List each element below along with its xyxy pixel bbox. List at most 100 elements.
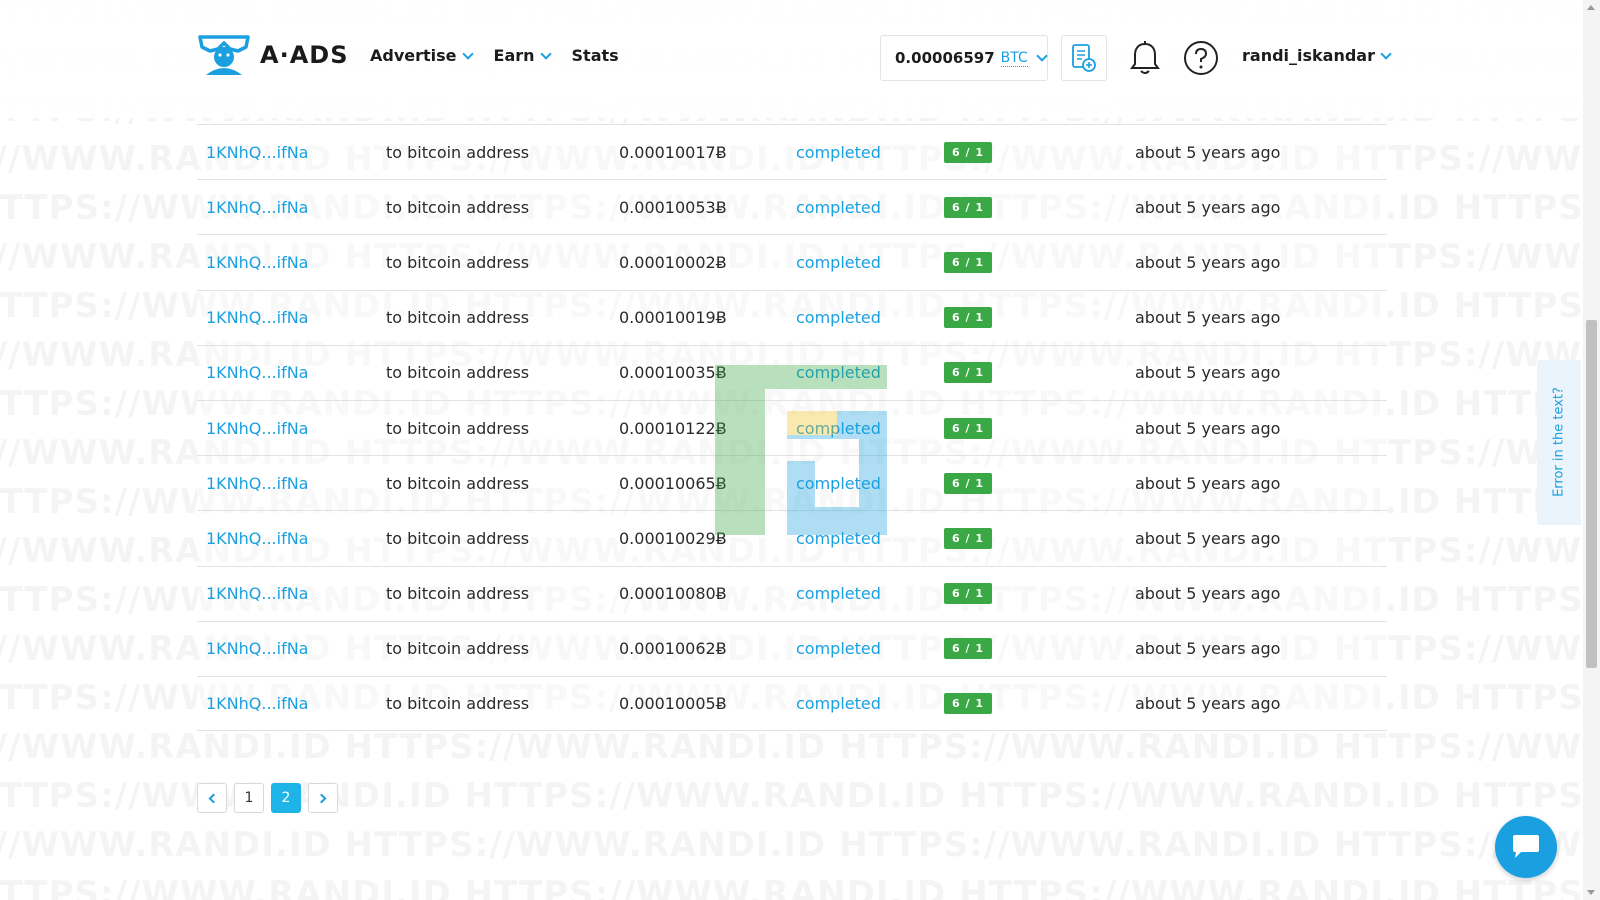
page-scrollbar[interactable] <box>1583 0 1600 900</box>
tx-address-link[interactable]: 1KNhQ...ifNa <box>206 694 308 713</box>
tx-address-link[interactable]: 1KNhQ...ifNa <box>206 198 308 217</box>
watermark-line: HTTPS://WWW.RANDI.ID HTTPS://WWW.RANDI.I… <box>0 825 1600 865</box>
tx-time: about 5 years ago <box>1135 473 1281 493</box>
chevron-down-icon <box>539 47 552 60</box>
table-row: 1KNhQ...ifNa to bitcoin address 0.00010053… <box>197 179 1387 235</box>
tx-address-link[interactable]: 1KNhQ...ifNa <box>206 474 308 493</box>
tx-amount: 0.00010080Ƀ <box>619 584 727 604</box>
tx-confirmations-badge: 6 / 1 <box>944 638 992 660</box>
tx-address-link[interactable]: 1KNhQ...ifNa <box>206 363 308 382</box>
tx-destination: to bitcoin address <box>386 197 530 217</box>
tx-destination: to bitcoin address <box>386 308 530 328</box>
tx-confirmations-badge: 6 / 1 <box>944 527 992 549</box>
balance-dropdown[interactable]: 0.00006597 BTC <box>880 35 1048 81</box>
tx-status: completed <box>796 528 881 548</box>
tx-destination: to bitcoin address <box>386 363 530 383</box>
tx-address-link[interactable]: 1KNhQ...ifNa <box>206 529 308 548</box>
error-report-tab[interactable]: Error in the text? <box>1537 360 1581 525</box>
table-row: 1KNhQ...ifNa to bitcoin address 0.00010002… <box>197 234 1387 290</box>
tx-destination: to bitcoin address <box>386 418 530 438</box>
chat-button[interactable] <box>1495 816 1557 878</box>
pagination-next-button[interactable] <box>308 783 338 813</box>
username: randi_iskandar <box>1242 46 1375 65</box>
tx-status: completed <box>796 142 881 162</box>
tx-amount: 0.00010065Ƀ <box>619 473 727 493</box>
user-menu[interactable]: randi_iskandar <box>1242 46 1392 65</box>
table-row: 1KNhQ...ifNa to bitcoin address 0.00010017… <box>197 124 1387 180</box>
pagination-page-1[interactable]: 1 <box>234 783 264 813</box>
logo[interactable]: A·ADS <box>196 33 348 77</box>
tx-address-link[interactable]: 1KNhQ...ifNa <box>206 253 308 272</box>
watermark-line: HTTPS://WWW.RANDI.ID HTTPS://WWW.RANDI.I… <box>0 727 1600 767</box>
tx-address-link[interactable]: 1KNhQ...ifNa <box>206 419 308 438</box>
logo-text: A·ADS <box>260 41 349 69</box>
watermark-line: HTTPS://WWW.RANDI.ID HTTPS://WWW.RANDI.I… <box>0 874 1600 900</box>
error-report-label: Error in the text? <box>1551 387 1567 497</box>
table-row: 1KNhQ...ifNa to bitcoin address 0.00010019… <box>197 289 1387 345</box>
pagination: 1 2 <box>197 783 338 813</box>
tx-status: completed <box>796 473 881 493</box>
tx-destination: to bitcoin address <box>386 528 530 548</box>
tx-time: about 5 years ago <box>1135 197 1281 217</box>
tx-amount: 0.00010035Ƀ <box>619 363 727 383</box>
table-row: 1KNhQ...ifNa to bitcoin address 0.00010080… <box>197 565 1387 621</box>
nav-advertise[interactable]: Advertise <box>370 46 474 65</box>
tx-amount: 0.00010122Ƀ <box>619 418 727 438</box>
tx-confirmations-badge: 6 / 1 <box>944 692 992 714</box>
chat-bubble-icon <box>1513 835 1539 858</box>
top-header: A·ADS Advertise Earn Stats 0.00006597 BT… <box>0 0 1580 118</box>
tx-address-link[interactable]: 1KNhQ...ifNa <box>206 308 308 327</box>
tx-destination: to bitcoin address <box>386 473 530 493</box>
tx-amount: 0.00010002Ƀ <box>619 252 727 272</box>
tx-confirmations-badge: 6 / 1 <box>944 141 992 163</box>
tx-time: about 5 years ago <box>1135 584 1281 604</box>
chevron-left-icon <box>208 793 219 803</box>
chevron-down-icon <box>461 47 474 60</box>
pagination-page-2[interactable]: 2 <box>271 783 301 813</box>
tx-status: completed <box>796 693 881 713</box>
tx-confirmations-badge: 6 / 1 <box>944 251 992 273</box>
main-nav: Advertise Earn Stats <box>370 46 619 65</box>
tx-amount: 0.00010053Ƀ <box>619 197 727 217</box>
scroll-down-icon[interactable] <box>1587 890 1595 895</box>
tx-address-link[interactable]: 1KNhQ...ifNa <box>206 584 308 603</box>
tx-status: completed <box>796 584 881 604</box>
chevron-down-icon <box>1036 50 1048 62</box>
scrollbar-thumb[interactable] <box>1586 320 1597 668</box>
tx-confirmations-badge: 6 / 1 <box>944 196 992 218</box>
notifications-bell-icon[interactable] <box>1128 40 1162 76</box>
tx-status: completed <box>796 639 881 659</box>
add-funds-button[interactable] <box>1061 35 1107 81</box>
logo-mascot-icon <box>198 35 250 75</box>
nav-stats-label: Stats <box>571 46 619 65</box>
nav-earn-label: Earn <box>493 46 535 65</box>
tx-destination: to bitcoin address <box>386 142 530 162</box>
tx-amount: 0.00010017Ƀ <box>619 142 727 162</box>
chevron-right-icon <box>316 793 327 803</box>
tx-destination: to bitcoin address <box>386 693 530 713</box>
add-funds-icon <box>1072 44 1096 72</box>
tx-destination: to bitcoin address <box>386 584 530 604</box>
tx-status: completed <box>796 197 881 217</box>
tx-address-link[interactable]: 1KNhQ...ifNa <box>206 143 308 162</box>
table-row: 1KNhQ...ifNa to bitcoin address 0.00010065… <box>197 455 1387 511</box>
transactions-table: 1KNhQ...ifNa to bitcoin address 0.00010017… <box>197 124 1387 732</box>
table-row: 1KNhQ...ifNa to bitcoin address 0.00010035… <box>197 344 1387 400</box>
tx-confirmations-badge: 6 / 1 <box>944 362 992 384</box>
help-question-icon[interactable] <box>1183 40 1219 76</box>
tx-status: completed <box>796 363 881 383</box>
scroll-up-icon[interactable] <box>1587 5 1595 10</box>
tx-amount: 0.00010019Ƀ <box>619 308 727 328</box>
balance-value: 0.00006597 <box>895 49 995 67</box>
tx-status: completed <box>796 418 881 438</box>
table-row: 1KNhQ...ifNa to bitcoin address 0.00010029… <box>197 510 1387 566</box>
pagination-prev-button[interactable] <box>197 783 227 813</box>
tx-time: about 5 years ago <box>1135 308 1281 328</box>
tx-time: about 5 years ago <box>1135 252 1281 272</box>
tx-address-link[interactable]: 1KNhQ...ifNa <box>206 639 308 658</box>
chevron-down-icon <box>1380 47 1392 60</box>
nav-stats[interactable]: Stats <box>572 46 619 65</box>
nav-earn[interactable]: Earn <box>493 46 552 65</box>
balance-currency[interactable]: BTC <box>1000 50 1028 67</box>
tx-amount: 0.00010005Ƀ <box>619 693 727 713</box>
